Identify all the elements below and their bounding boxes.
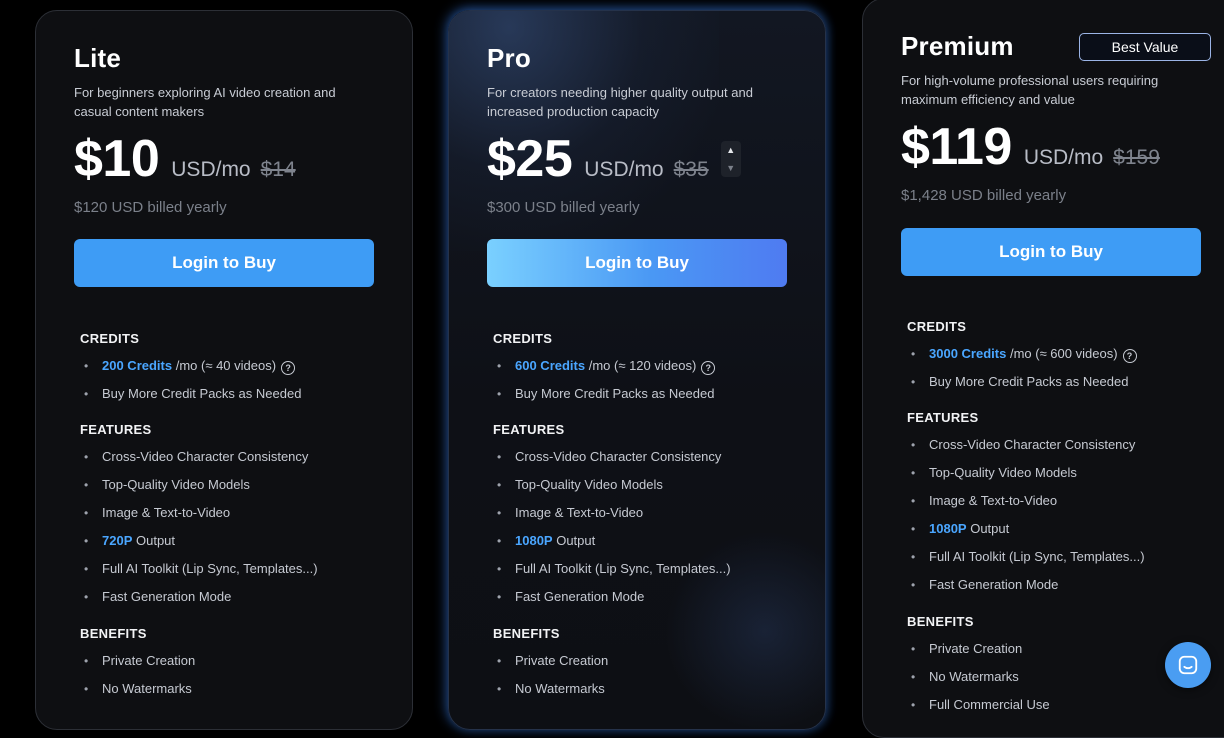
best-value-badge: Best Value [1079,33,1211,61]
list-item: No Watermarks [80,675,400,703]
price: $119 [901,118,1012,176]
resolution-suffix: Output [556,533,596,548]
list-item: Private Creation [493,647,813,675]
billing-note: $1,428 USD billed yearly [901,187,1067,204]
list-item: No Watermarks [493,675,813,703]
list-item: Image & Text-to-Video [907,487,1224,515]
list-item: Cross-Video Character Consistency [493,443,813,471]
credits-section: CREDITS 3000 Credits /mo (≈ 600 videos)?… [907,319,1224,396]
question-circle-icon[interactable]: ? [701,361,716,375]
list-item: 720P Output [80,527,400,555]
plan-card-premium: Premium Best Value For high-volume profe… [862,0,1224,738]
plan-card-lite: Lite For beginners exploring AI video cr… [35,10,413,730]
list-item: Image & Text-to-Video [493,499,813,527]
credits-suffix: /mo (≈ 600 videos) [1009,346,1118,361]
section-heading: FEATURES [493,422,565,437]
original-price: $159 [1113,146,1160,169]
credits-section: CREDITS 600 Credits /mo (≈ 120 videos)? … [493,331,813,408]
price: $10 [74,130,160,188]
plan-card-pro: Pro For creators needing higher quality … [448,10,826,730]
price-row: $119 USD/mo $159 [901,117,1160,177]
price-unit: USD/mo [171,158,251,181]
plan-description: For creators needing higher quality outp… [487,85,753,119]
chat-bubble-icon [1178,655,1198,675]
caret-up-icon[interactable]: ▲ [721,141,741,159]
section-heading: BENEFITS [493,626,560,641]
list-item: Full AI Toolkit (Lip Sync, Templates...) [907,543,1224,571]
list-item: Cross-Video Character Consistency [907,431,1224,459]
price: $25 [487,130,573,188]
plan-title: Lite [74,43,122,73]
plan-title: Pro [487,43,531,73]
section-heading: BENEFITS [80,626,147,641]
list-item: Top-Quality Video Models [80,471,400,499]
price-unit: USD/mo [1023,146,1104,169]
login-to-buy-button[interactable]: Login to Buy [901,228,1201,276]
list-item: Cross-Video Character Consistency [80,443,400,471]
credits-suffix: /mo (≈ 120 videos) [588,358,697,373]
login-to-buy-button[interactable]: Login to Buy [487,239,787,287]
features-section: FEATURES Cross-Video Character Consisten… [907,410,1224,599]
question-circle-icon[interactable]: ? [281,361,296,375]
chat-support-button[interactable] [1165,642,1211,688]
price-row: $25 USD/mo $35 ▲ ▼ [487,129,741,189]
benefits-section: BENEFITS Private Creation No Watermarks [80,626,400,703]
features-section: FEATURES Cross-Video Character Consisten… [80,422,400,611]
section-heading: FEATURES [80,422,152,437]
credits-suffix: /mo (≈ 40 videos) [175,358,277,373]
plan-description: For beginners exploring AI video creatio… [74,85,336,119]
plan-description: For high-volume professional users requi… [901,73,1159,107]
plan-title: Premium [901,31,1014,61]
list-item: Buy More Credit Packs as Needed [80,380,400,408]
list-item: Fast Generation Mode [907,571,1224,599]
list-item: Top-Quality Video Models [493,471,813,499]
list-item: Full AI Toolkit (Lip Sync, Templates...) [80,555,400,583]
list-item: Top-Quality Video Models [907,459,1224,487]
resolution-suffix: Output [970,521,1010,536]
price-row: $10 USD/mo $14 [74,129,296,189]
list-item: 3000 Credits /mo (≈ 600 videos)? [907,340,1224,368]
list-item: Full AI Toolkit (Lip Sync, Templates...) [493,555,813,583]
original-price: $35 [673,158,709,181]
credits-amount: 3000 Credits [929,346,1007,361]
list-item: Buy More Credit Packs as Needed [493,380,813,408]
list-item: Private Creation [80,647,400,675]
scroll-stepper[interactable]: ▲ ▼ [720,141,741,177]
price-unit: USD/mo [584,158,664,181]
list-item: Image & Text-to-Video [80,499,400,527]
billing-note: $120 USD billed yearly [74,199,227,216]
section-heading: CREDITS [907,319,967,334]
original-price: $14 [260,158,296,181]
list-item: Full Commercial Use [907,691,1224,719]
credits-section: CREDITS 200 Credits /mo (≈ 40 videos)? B… [80,331,400,408]
list-item: Fast Generation Mode [80,583,400,611]
billing-note: $300 USD billed yearly [487,199,640,216]
resolution: 720P [102,533,133,548]
section-heading: FEATURES [907,410,979,425]
resolution-suffix: Output [136,533,176,548]
resolution: 1080P [929,521,967,536]
list-item: 1080P Output [907,515,1224,543]
list-item: 1080P Output [493,527,813,555]
section-heading: BENEFITS [907,614,974,629]
login-to-buy-button[interactable]: Login to Buy [74,239,374,287]
list-item: Buy More Credit Packs as Needed [907,368,1224,396]
section-heading: CREDITS [80,331,140,346]
section-heading: CREDITS [493,331,553,346]
list-item: 200 Credits /mo (≈ 40 videos)? [80,352,400,380]
list-item: 600 Credits /mo (≈ 120 videos)? [493,352,813,380]
caret-down-icon[interactable]: ▼ [721,159,741,177]
resolution: 1080P [515,533,553,548]
list-item: Fast Generation Mode [493,583,813,611]
credits-amount: 600 Credits [515,358,586,373]
credits-amount: 200 Credits [102,358,173,373]
benefits-section: BENEFITS Private Creation No Watermarks [493,626,813,703]
features-section: FEATURES Cross-Video Character Consisten… [493,422,813,611]
question-circle-icon[interactable]: ? [1122,349,1137,363]
